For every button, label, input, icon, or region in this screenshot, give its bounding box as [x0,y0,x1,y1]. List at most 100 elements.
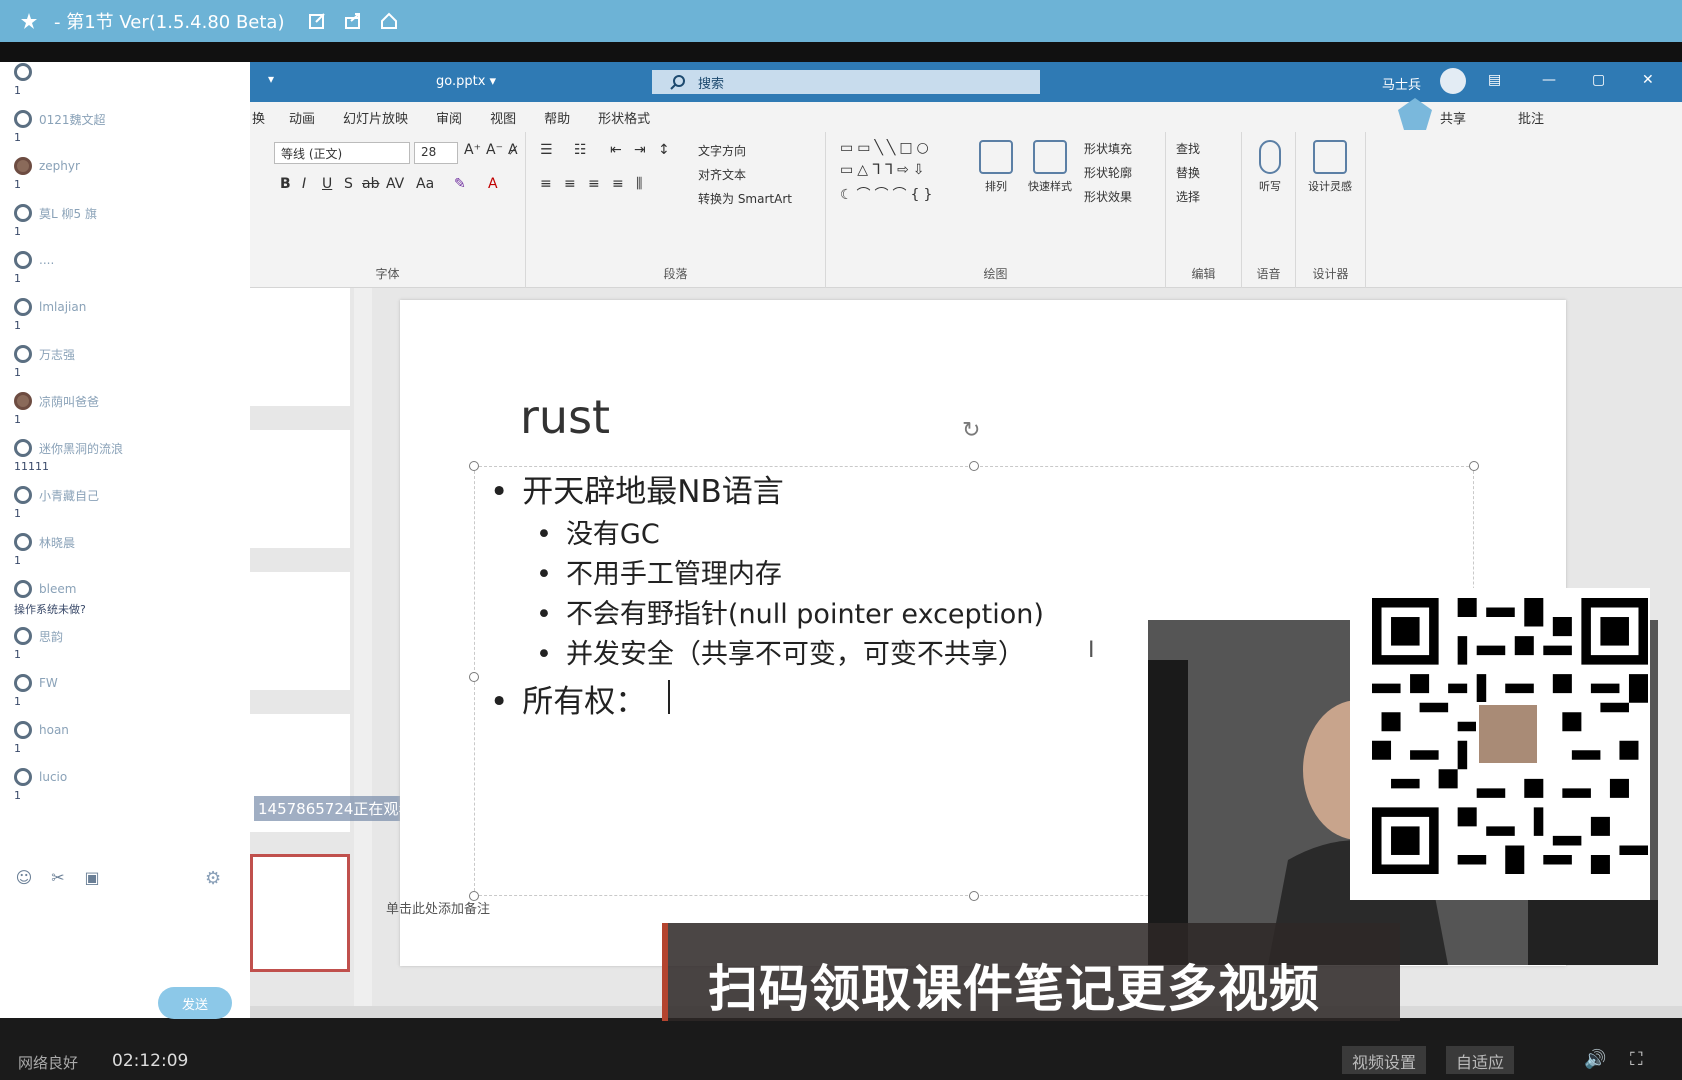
edit-icon[interactable] [306,10,328,32]
tab-view[interactable]: 视图 [490,108,516,127]
highlight-icon[interactable]: ✎ [454,176,466,192]
promo-text: 扫码领取课件笔记更多视频 [708,960,1320,1018]
line-spacing-icon[interactable]: ↕ [658,142,670,158]
align-right-icon[interactable]: ≡ [588,176,600,192]
shadow-icon[interactable]: S [344,176,353,192]
justify-icon[interactable]: ≡ [612,176,624,192]
underline-icon[interactable]: U [322,176,332,192]
decrease-indent-icon[interactable]: ⇤ [610,142,622,158]
slide-thumbnail[interactable] [250,288,350,406]
avatar [14,486,32,504]
shapes-gallery-icon[interactable]: ☾⌒⌒⌒{} [840,184,936,204]
font-size-select[interactable]: 28 [414,142,458,164]
close-icon[interactable]: ✕ [1642,72,1654,88]
file-name: go.pptx ▾ [436,74,497,89]
send-button[interactable]: 发送 [158,987,232,1019]
thumbnail-scrollbar[interactable] [354,288,372,1006]
shape-fill-button[interactable]: 形状填充 [1084,140,1132,157]
slide-thumbnail[interactable] [250,430,350,548]
shape-outline-button[interactable]: 形状轮廓 [1084,164,1132,181]
search-box[interactable]: 搜索 [652,70,1040,94]
user-avatar[interactable] [1440,68,1466,94]
tab-transitions[interactable]: 换 [252,108,265,127]
maximize-icon[interactable]: ▢ [1592,72,1605,88]
columns-icon[interactable]: ⫼ [636,176,642,192]
home-icon[interactable] [378,10,400,32]
char-spacing-icon[interactable]: AV [386,176,404,192]
text-direction-button[interactable]: 文字方向 [698,142,746,159]
change-case-icon[interactable]: Aa [416,176,434,192]
avatar [14,768,32,786]
player-control-bar: 网络良好 02:12:09 视频设置 自适应 🔊 ⛶ [0,1040,1682,1080]
italic-icon[interactable]: I [302,176,306,192]
align-text-button[interactable]: 对齐文本 [698,166,746,183]
bullet-level1: • 所有权： [490,684,647,720]
replace-button[interactable]: 替换 [1176,164,1200,181]
tab-shape-format[interactable]: 形状格式 [598,108,650,127]
chat-message: zephyr 1 [14,156,244,191]
font-color-icon[interactable]: A [488,176,498,192]
bullet-text: 并发安全（共享不可变，可变不共享） [565,639,1025,670]
resize-handle[interactable] [469,461,479,471]
grow-font-icon[interactable]: A⁺ [464,142,481,158]
dictate-button[interactable]: 听写 [1242,140,1298,194]
volume-icon[interactable]: 🔊 [1584,1049,1606,1071]
shapes-gallery-icon[interactable]: ▭△ᒣᒣ⇨⇩ [840,162,929,178]
numbering-icon[interactable]: ☷ [574,142,587,158]
designer-group: 设计灵感 设计器 [1296,132,1366,288]
emoji-icon[interactable]: ☺ [14,867,34,887]
bullet-text: 不用手工管理内存 [565,559,782,590]
align-center-icon[interactable]: ≡ [564,176,576,192]
select-button[interactable]: 选择 [1176,188,1200,205]
search-placeholder: 搜索 [698,76,725,92]
shape-effects-button[interactable]: 形状效果 [1084,188,1132,205]
increase-indent-icon[interactable]: ⇥ [634,142,646,158]
strikethrough-icon[interactable]: ab [362,176,379,192]
chat-text: 1 [14,225,21,238]
shapes-gallery-icon[interactable]: ▭▭╲╲□○ [840,140,933,156]
resize-handle[interactable] [969,461,979,471]
avatar [14,157,32,175]
tab-animations[interactable]: 动画 [289,108,315,127]
font-name-select[interactable]: 等线 (正文) [274,142,410,164]
fit-button[interactable]: 自适应 [1446,1046,1515,1074]
divider [0,42,1682,62]
clear-format-icon[interactable]: A̷ [508,142,518,158]
bullets-icon[interactable]: ☰ [540,142,553,158]
resize-handle[interactable] [469,672,479,682]
chat-message: 林晓晨 1 [14,532,244,567]
quick-access-dropdown-icon[interactable]: ▾ [268,72,274,86]
quick-styles-button[interactable]: 快速样式 [1022,140,1078,194]
comment-button[interactable]: 批注 [1518,108,1544,127]
align-left-icon[interactable]: ≡ [540,176,552,192]
chat-username: 莫L 柳5 旗 [39,206,97,221]
chat-message: 莫L 柳5 旗 1 [14,203,244,238]
image-icon[interactable]: ▣ [82,867,102,887]
rotate-handle-icon[interactable]: ↻ [962,418,980,443]
slide-thumbnail[interactable] [250,572,350,690]
avatar [14,580,32,598]
tab-slideshow[interactable]: 幻灯片放映 [343,108,408,127]
tab-help[interactable]: 帮助 [544,108,570,127]
share-icon[interactable] [342,10,364,32]
resize-handle[interactable] [969,891,979,901]
smartart-button[interactable]: 转换为 SmartArt [698,190,792,207]
video-settings-button[interactable]: 视频设置 [1342,1046,1427,1074]
arrange-button[interactable]: 排列 [968,140,1024,194]
minimize-icon[interactable]: — [1542,72,1556,88]
design-ideas-button[interactable]: 设计灵感 [1302,140,1358,194]
scissors-icon[interactable]: ✂ [48,867,68,887]
slide-thumbnail-active[interactable] [250,854,350,972]
bold-icon[interactable]: B [280,176,291,192]
fullscreen-icon[interactable]: ⛶ [1630,1049,1652,1071]
find-button[interactable]: 查找 [1176,140,1200,157]
ribbon: 等线 (正文) 28 A⁺ A⁻ A̷ B I U S ab AV Aa ✎ A… [250,132,1682,288]
resize-handle[interactable] [1469,461,1479,471]
chat-username: FW [39,676,58,690]
shrink-font-icon[interactable]: A⁻ [486,142,503,158]
slide-title[interactable]: rust [520,390,610,444]
tab-review[interactable]: 审阅 [436,108,462,127]
share-button[interactable]: 共享 [1440,108,1466,127]
ribbon-display-icon[interactable]: ▤ [1488,72,1501,88]
settings-icon[interactable]: ⚙ [205,868,221,889]
